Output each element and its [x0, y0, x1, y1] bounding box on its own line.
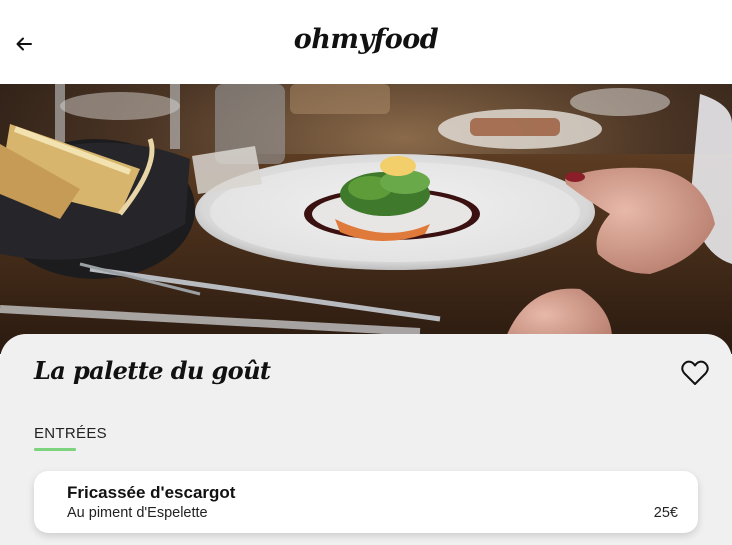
app-header: ohmyfood: [0, 0, 732, 84]
app-logo[interactable]: ohmyfood: [0, 24, 732, 55]
dish-description: Au piment d'Espelette: [67, 505, 208, 521]
restaurant-panel: La palette du goût ENTRÉES Fricassée d'e…: [0, 334, 732, 545]
hero-image: [0, 84, 732, 354]
menu-item-card[interactable]: Fricassée d'escargot Au piment d'Espelet…: [34, 471, 698, 533]
section-title-entrees: ENTRÉES: [34, 425, 107, 442]
section-underline: [34, 448, 76, 451]
restaurant-name: La palette du goût: [34, 356, 271, 385]
dish-price: 25€: [653, 505, 678, 521]
dish-name: Fricassée d'escargot: [67, 483, 236, 502]
favorite-button[interactable]: [680, 359, 710, 387]
restaurant-dish-photo: [0, 84, 732, 354]
heart-outline-icon: [681, 360, 709, 385]
